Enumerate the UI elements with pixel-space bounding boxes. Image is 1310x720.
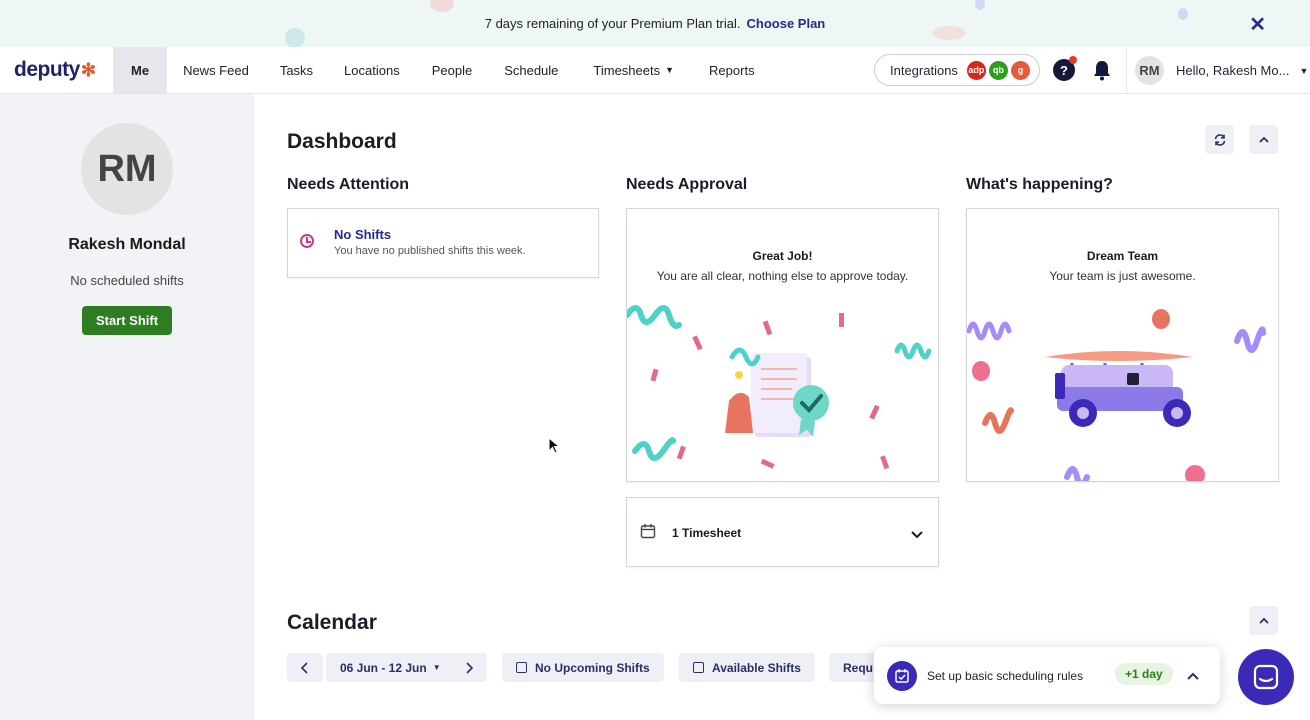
user-menu[interactable]: RM Hello, Rakesh Mo... ▼ <box>1126 47 1310 94</box>
caret-down-icon: ▼ <box>665 65 675 75</box>
adp-icon: adp <box>966 60 986 80</box>
integrations-label: Integrations <box>890 62 958 78</box>
profile-sidebar: RM Rakesh Mondal No scheduled shifts Sta… <box>0 94 254 720</box>
nav-label: People <box>431 62 473 78</box>
chat-icon <box>1253 664 1279 690</box>
collapse-dashboard-button[interactable] <box>1249 125 1278 154</box>
logo-text: deputy <box>14 58 80 81</box>
gusto-icon: g <box>1010 60 1030 80</box>
user-greeting: Hello, Rakesh Mo... <box>1176 63 1290 78</box>
calendar-icon <box>693 662 704 673</box>
jeep-illustration <box>967 309 1266 481</box>
quickbooks-icon: qb <box>988 60 1008 80</box>
toast-text: Set up basic scheduling rules <box>927 668 1084 683</box>
clock-icon <box>300 234 314 248</box>
no-upcoming-shifts-button[interactable]: No Upcoming Shifts <box>502 653 664 682</box>
nav-label: Me <box>131 62 150 78</box>
top-nav: deputy ✻ Me News Feed Tasks Locations Peo… <box>0 46 1310 94</box>
whats-happening-title: What's happening? <box>966 176 1113 193</box>
chevron-up-icon <box>1258 617 1269 624</box>
avatar: RM <box>1135 56 1164 85</box>
help-icon[interactable]: ? <box>1053 56 1077 81</box>
calendar-icon <box>640 524 656 539</box>
banner-decoration <box>932 26 966 40</box>
pill-label: Requ <box>843 660 873 675</box>
avatar-large: RM <box>81 123 173 215</box>
dream-team-card: Dream Team Your team is just awesome. <box>966 208 1279 482</box>
caret-down-icon: ▼ <box>1299 65 1309 76</box>
great-job-title: Great Job! <box>752 249 813 263</box>
dashboard-title: Dashboard <box>287 130 397 153</box>
prev-week-button[interactable] <box>287 653 323 682</box>
no-shifts-subtitle: You have no published shifts this week. <box>334 245 526 257</box>
bell-icon[interactable] <box>1092 59 1112 81</box>
calendar-check-icon <box>887 660 917 691</box>
chevron-left-icon <box>301 661 308 674</box>
next-week-button[interactable] <box>451 653 487 682</box>
needs-attention-title: Needs Attention <box>287 176 410 193</box>
approval-illustration <box>627 305 932 470</box>
no-shifts-card[interactable]: No Shifts You have no published shifts t… <box>287 208 599 278</box>
integrations-button[interactable]: Integrations adp qb g <box>874 54 1040 86</box>
chat-launcher-button[interactable] <box>1238 649 1294 705</box>
banner-text: 7 days remaining of your Premium Plan tr… <box>484 16 741 31</box>
deputy-logo[interactable]: deputy ✻ <box>0 58 113 82</box>
calendar-title: Calendar <box>287 611 377 634</box>
nav-reports[interactable]: Reports <box>693 47 771 94</box>
nav-locations[interactable]: Locations <box>328 47 416 94</box>
banner-decoration <box>285 28 305 47</box>
nav-people[interactable]: People <box>416 47 488 94</box>
main-content: Dashboard Needs Attention Needs Approval… <box>254 94 1310 720</box>
refresh-button[interactable] <box>1205 125 1234 154</box>
nav-me[interactable]: Me <box>113 46 168 94</box>
notification-dot <box>1069 56 1077 64</box>
chevron-right-icon <box>466 661 473 674</box>
great-job-card: Great Job! You are all clear, nothing el… <box>626 208 939 482</box>
calendar-icon <box>516 662 527 673</box>
profile-name: Rakesh Mondal <box>68 236 186 253</box>
nav-tasks[interactable]: Tasks <box>265 47 328 94</box>
pill-label: No Upcoming Shifts <box>535 660 650 675</box>
dream-team-message: Your team is just awesome. <box>1049 269 1196 283</box>
onboarding-toast[interactable]: Set up basic scheduling rules +1 day <box>874 647 1220 704</box>
refresh-icon <box>1214 133 1225 146</box>
chevron-up-icon[interactable] <box>1187 672 1199 680</box>
profile-status: No scheduled shifts <box>70 273 184 288</box>
nav-news-feed[interactable]: News Feed <box>167 47 265 94</box>
asterisk-icon: ✻ <box>80 59 96 80</box>
start-shift-button[interactable]: Start Shift <box>81 306 173 335</box>
trial-banner: 7 days remaining of your Premium Plan tr… <box>0 0 1310 47</box>
chevron-up-icon <box>1258 136 1269 143</box>
nav-label: News Feed <box>183 62 249 78</box>
nav-schedule[interactable]: Schedule <box>488 47 574 94</box>
mouse-cursor-icon <box>548 437 560 454</box>
timesheet-count: 1 Timesheet <box>672 526 742 540</box>
nav-label: Reports <box>709 62 755 78</box>
needs-approval-title: Needs Approval <box>626 176 748 193</box>
chevron-down-icon[interactable] <box>911 531 923 539</box>
toast-badge: +1 day <box>1115 663 1173 685</box>
date-range-select[interactable]: 06 Jun - 12 Jun ▼ <box>326 653 455 682</box>
nav-label: Tasks <box>279 62 314 78</box>
close-icon[interactable]: ✕ <box>1249 12 1266 37</box>
nav-label: Locations <box>344 62 400 78</box>
choose-plan-link[interactable]: Choose Plan <box>747 16 826 31</box>
dream-team-title: Dream Team <box>1086 249 1159 263</box>
date-range-label: 06 Jun - 12 Jun <box>340 660 427 675</box>
great-job-message: You are all clear, nothing else to appro… <box>656 269 909 283</box>
caret-down-icon: ▼ <box>432 663 441 672</box>
available-shifts-button[interactable]: Available Shifts <box>679 653 815 682</box>
help-glyph: ? <box>1060 62 1068 78</box>
nav-timesheets[interactable]: Timesheets ▼ <box>574 47 693 94</box>
banner-decoration <box>1178 8 1188 20</box>
banner-decoration <box>975 0 985 10</box>
banner-decoration <box>430 0 454 12</box>
timesheet-card[interactable]: 1 Timesheet <box>626 497 939 567</box>
pill-label: Available Shifts <box>712 660 801 675</box>
collapse-calendar-button[interactable] <box>1249 606 1278 635</box>
nav-label: Schedule <box>504 62 559 78</box>
nav-label: Timesheets <box>593 62 661 78</box>
no-shifts-title: No Shifts <box>334 227 392 242</box>
